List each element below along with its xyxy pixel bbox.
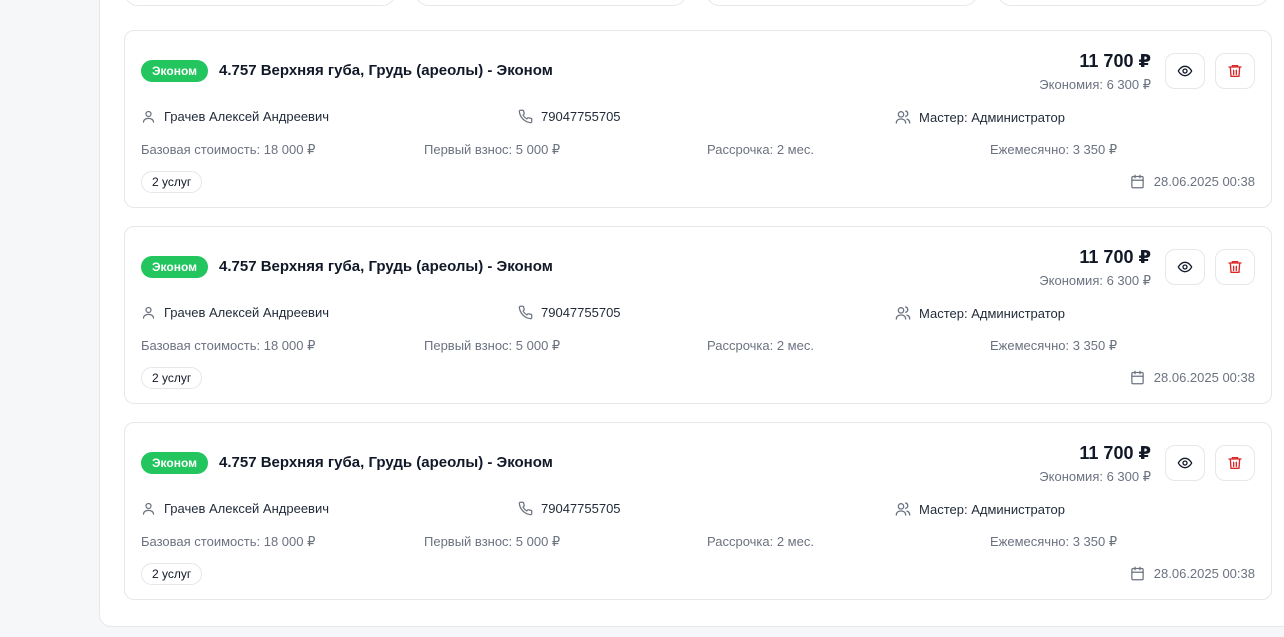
plan-title: 4.757 Верхняя губа, Грудь (ареолы) - Эко…: [219, 454, 553, 471]
phone-number: 79047755705: [541, 305, 621, 320]
plan-card[interactable]: Эконом 4.757 Верхняя губа, Грудь (ареолы…: [124, 422, 1272, 600]
calendar-icon: [1131, 566, 1144, 581]
monthly-payment: Ежемесячно: 3 350 ₽: [990, 338, 1118, 353]
delete-button[interactable]: [1215, 249, 1255, 285]
installment-period: Рассрочка: 2 мес.: [707, 338, 814, 353]
phone-info: 79047755705: [518, 501, 621, 516]
created-date: 28.06.2025 00:38: [1130, 174, 1255, 189]
trash-icon: [1228, 261, 1242, 273]
plan-price: 11 700 ₽: [1079, 51, 1151, 71]
client-info: Грачев Алексей Андреевич: [141, 501, 329, 516]
user-icon: [142, 502, 155, 515]
view-button[interactable]: [1165, 53, 1205, 89]
first-payment: Первый взнос: 5 000 ₽: [424, 338, 561, 353]
view-button[interactable]: [1165, 445, 1205, 481]
first-payment: Первый взнос: 5 000 ₽: [424, 534, 561, 549]
calendar-icon: [1131, 174, 1144, 189]
master-info: Мастер: Администратор: [895, 501, 1065, 517]
phone-number: 79047755705: [541, 109, 621, 124]
client-info: Грачев Алексей Андреевич: [141, 305, 329, 320]
plan-title: 4.757 Верхняя губа, Грудь (ареолы) - Эко…: [219, 258, 553, 275]
tariff-badge: Эконом: [141, 452, 209, 474]
users-icon: [895, 110, 911, 124]
eye-icon: [1177, 65, 1193, 77]
client-name: Грачев Алексей Андреевич: [164, 501, 329, 516]
plan-savings: Экономия: 6 300 ₽: [1039, 273, 1151, 288]
created-date: 28.06.2025 00:38: [1130, 566, 1255, 581]
plan-title: 4.757 Верхняя губа, Грудь (ареолы) - Эко…: [219, 62, 553, 79]
plan-card[interactable]: Эконом 4.757 Верхняя губа, Грудь (ареолы…: [124, 30, 1272, 208]
phone-icon: [518, 305, 533, 320]
created-date: 28.06.2025 00:38: [1130, 370, 1255, 385]
master-name: Мастер: Администратор: [919, 501, 1065, 517]
phone-icon: [518, 109, 533, 124]
trash-icon: [1228, 65, 1242, 77]
monthly-payment: Ежемесячно: 3 350 ₽: [990, 534, 1118, 549]
plan-savings: Экономия: 6 300 ₽: [1039, 469, 1151, 484]
first-payment: Первый взнос: 5 000 ₽: [424, 142, 561, 157]
plan-card[interactable]: Эконом 4.757 Верхняя губа, Грудь (ареолы…: [124, 226, 1272, 404]
users-icon: [895, 306, 911, 320]
trash-icon: [1228, 457, 1242, 469]
plan-price: 11 700 ₽: [1079, 247, 1151, 267]
base-cost: Базовая стоимость: 18 000 ₽: [141, 338, 316, 353]
installment-period: Рассрочка: 2 мес.: [707, 142, 814, 157]
date-text: 28.06.2025 00:38: [1153, 370, 1255, 385]
tariff-badge: Эконом: [141, 256, 209, 278]
eye-icon: [1177, 457, 1193, 469]
services-count-badge: 2 услуг: [141, 171, 203, 193]
services-count-badge: 2 услуг: [141, 563, 203, 585]
client-name: Грачев Алексей Андреевич: [164, 305, 329, 320]
tariff-badge: Эконом: [141, 60, 209, 82]
partial-card: [124, 0, 396, 6]
master-name: Мастер: Администратор: [919, 305, 1065, 321]
plan-savings: Экономия: 6 300 ₽: [1039, 77, 1151, 92]
installment-period: Рассрочка: 2 мес.: [707, 534, 814, 549]
delete-button[interactable]: [1215, 445, 1255, 481]
phone-icon: [518, 501, 533, 516]
master-info: Мастер: Администратор: [895, 109, 1065, 125]
phone-info: 79047755705: [518, 305, 621, 320]
top-cards-row: [124, 0, 1284, 6]
partial-card: [415, 0, 687, 6]
phone-info: 79047755705: [518, 109, 621, 124]
master-name: Мастер: Администратор: [919, 109, 1065, 125]
phone-number: 79047755705: [541, 501, 621, 516]
eye-icon: [1177, 261, 1193, 273]
base-cost: Базовая стоимость: 18 000 ₽: [141, 534, 316, 549]
user-icon: [142, 306, 155, 319]
plan-price: 11 700 ₽: [1079, 443, 1151, 463]
master-info: Мастер: Администратор: [895, 305, 1065, 321]
client-info: Грачев Алексей Андреевич: [141, 109, 329, 124]
date-text: 28.06.2025 00:38: [1153, 566, 1255, 581]
monthly-payment: Ежемесячно: 3 350 ₽: [990, 142, 1118, 157]
date-text: 28.06.2025 00:38: [1153, 174, 1255, 189]
client-name: Грачев Алексей Андреевич: [164, 109, 329, 124]
partial-card: [997, 0, 1269, 6]
view-button[interactable]: [1165, 249, 1205, 285]
user-icon: [142, 110, 155, 123]
calendar-icon: [1131, 370, 1144, 385]
users-icon: [895, 502, 911, 516]
partial-card: [706, 0, 978, 6]
delete-button[interactable]: [1215, 53, 1255, 89]
services-count-badge: 2 услуг: [141, 367, 203, 389]
base-cost: Базовая стоимость: 18 000 ₽: [141, 142, 316, 157]
